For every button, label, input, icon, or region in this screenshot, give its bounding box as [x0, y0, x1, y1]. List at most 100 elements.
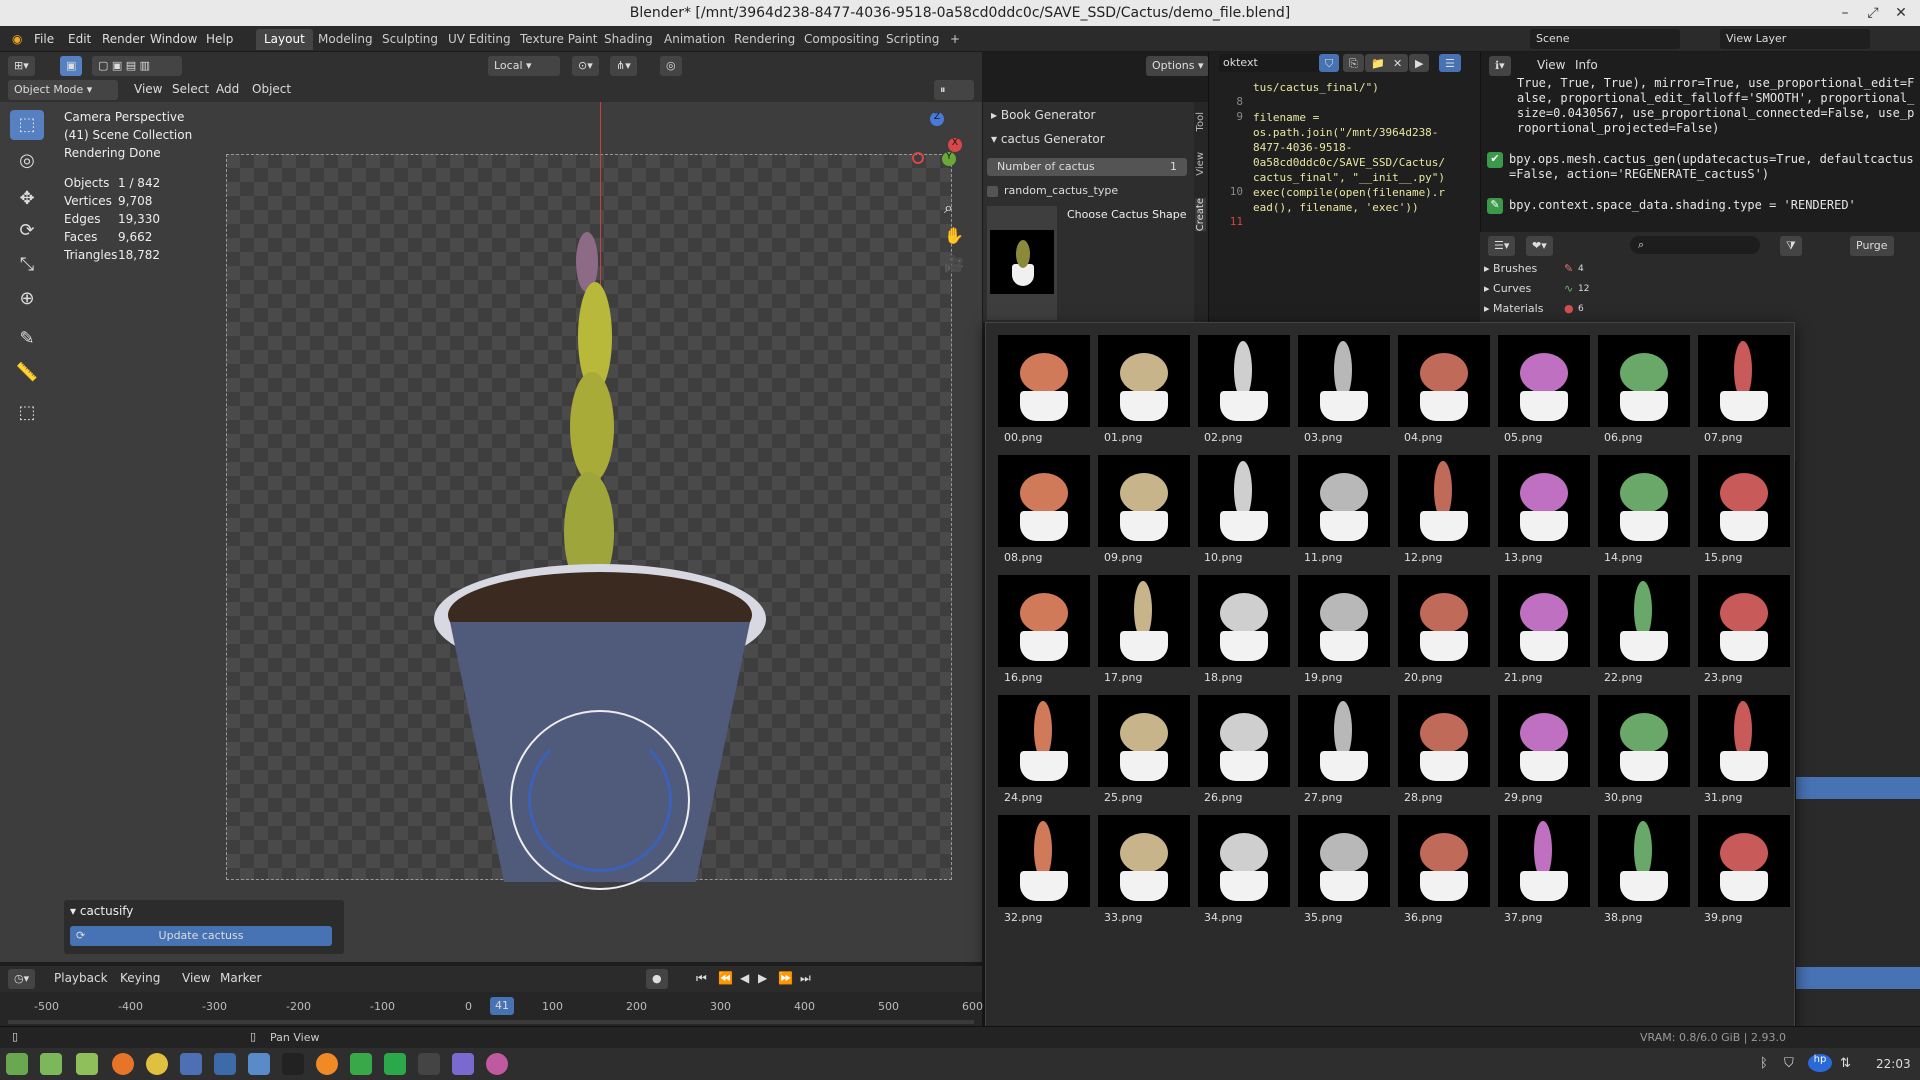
cactus-generator-panel[interactable]: ▾ cactus Generator — [983, 128, 1183, 150]
tab-animation[interactable]: Animation — [656, 29, 733, 50]
gallery-item[interactable]: 26.png — [1190, 687, 1290, 804]
tab-view[interactable]: View — [1195, 152, 1206, 176]
gallery-item[interactable]: 37.png — [1490, 807, 1590, 924]
tab-modeling[interactable]: Modeling — [310, 29, 381, 50]
menu-render[interactable]: Render — [96, 30, 151, 48]
terminal-icon[interactable] — [282, 1053, 304, 1075]
info-menu-info[interactable]: Info — [1569, 56, 1604, 74]
tab-create[interactable]: Create — [1195, 198, 1206, 232]
transform-orientation-select[interactable]: Local ▾ — [488, 56, 560, 76]
folder-icon[interactable] — [76, 1053, 98, 1075]
gallery-item[interactable]: 29.png — [1490, 687, 1590, 804]
gallery-item[interactable]: 04.png — [1390, 327, 1490, 444]
unlink-text-icon[interactable]: ✕ — [1387, 54, 1409, 72]
select-tool-icon[interactable]: ⬚ — [10, 110, 44, 140]
filter-icon[interactable]: ⧩ — [1780, 236, 1802, 256]
gallery-item[interactable]: 08.png — [990, 447, 1090, 564]
files-icon[interactable] — [40, 1053, 62, 1075]
gallery-item[interactable]: 38.png — [1590, 807, 1690, 924]
add-cube-tool-icon[interactable]: ⬚ — [10, 398, 44, 428]
scene-selector[interactable]: Scene — [1530, 29, 1680, 49]
outliner-row-materials[interactable]: ▸ Materials ● 6 — [1484, 300, 1784, 318]
gallery-item[interactable]: 03.png — [1290, 327, 1390, 444]
gallery-item[interactable]: 02.png — [1190, 327, 1290, 444]
pivot-icon[interactable]: ⊙▾ — [572, 56, 599, 76]
selected-property-row[interactable] — [1796, 967, 1920, 989]
menu-edit[interactable]: Edit — [62, 30, 97, 48]
bluetooth-icon[interactable]: ᛒ — [1760, 1056, 1768, 1071]
timeline-scrollbar[interactable] — [8, 1020, 974, 1024]
outliner-editor-type-icon[interactable]: ☰▾ — [1488, 236, 1516, 256]
mode-selector[interactable]: Object Mode ▾ — [8, 80, 118, 100]
menu-help[interactable]: Help — [200, 30, 239, 48]
network-icon[interactable]: ⇅ — [1840, 1056, 1851, 1071]
text-editor[interactable]: oktext ⛉ ⎘ 📁 ✕ ▶ ☰ tus/cactus_final/") 8… — [1208, 52, 1480, 322]
timeline-menu-keying[interactable]: Keying — [114, 969, 166, 987]
chrome-icon[interactable] — [146, 1053, 168, 1075]
snap-icon[interactable]: ⋔▾ — [610, 56, 637, 76]
outliner-search-input[interactable]: ⌕ — [1630, 236, 1760, 254]
annotate-tool-icon[interactable]: ✎ — [10, 324, 44, 354]
select-box-icon[interactable]: ▣ — [60, 56, 83, 76]
timeline-ruler[interactable]: -500 -400 -300 -200 -100 0 100 200 300 4… — [0, 992, 983, 1026]
rotate-gizmo-z[interactable] — [528, 728, 672, 872]
timeline-menu-playback[interactable]: Playback — [48, 969, 114, 987]
gallery-item[interactable]: 28.png — [1390, 687, 1490, 804]
cactusify-header[interactable]: ▾ cactusify — [70, 904, 133, 918]
tab-shading[interactable]: Shading — [596, 29, 661, 50]
text-filename-field[interactable]: oktext — [1219, 54, 1319, 72]
hp-icon[interactable]: hp — [1808, 1054, 1832, 1072]
3d-viewport[interactable]: Z X Y ⌕ ✋ 🎥 ⬚ ◎ ✥ ⟳ ⤡ ⊕ ✎ 📏 ⬚ Camera Per… — [0, 102, 982, 962]
gallery-item[interactable]: 35.png — [1290, 807, 1390, 924]
gallery-item[interactable]: 12.png — [1390, 447, 1490, 564]
tab-tool[interactable]: Tool — [1195, 112, 1206, 131]
update-cactuss-button[interactable]: ⟳ Update cactuss — [70, 926, 332, 946]
cursor-tool-icon[interactable]: ◎ — [10, 146, 44, 176]
pan-hand-icon[interactable]: ✋ — [944, 226, 964, 245]
gallery-item[interactable]: 11.png — [1290, 447, 1390, 564]
maximize-button[interactable]: ⤢ — [1858, 0, 1888, 26]
camera-icon[interactable] — [214, 1053, 236, 1075]
gallery-item[interactable]: 39.png — [1690, 807, 1790, 924]
tab-uv-editing[interactable]: UV Editing — [440, 29, 519, 50]
jump-start-icon[interactable]: ⏮ — [690, 969, 713, 987]
close-window-button[interactable]: ✕ — [1886, 0, 1916, 26]
pycharm-icon[interactable] — [384, 1053, 406, 1075]
notes-icon[interactable] — [452, 1053, 474, 1075]
gallery-item[interactable]: 25.png — [1090, 687, 1190, 804]
number-of-cactus-field[interactable]: Number of cactus 1 — [987, 158, 1187, 176]
run-script-icon[interactable]: ▶ — [1409, 54, 1430, 72]
tab-compositing[interactable]: Compositing — [796, 29, 887, 50]
outliner-row-curves[interactable]: ▸ Curves ∿ 12 — [1484, 280, 1784, 298]
gallery-item[interactable]: 32.png — [990, 807, 1090, 924]
gallery-item[interactable]: 30.png — [1590, 687, 1690, 804]
purge-button[interactable]: Purge — [1850, 236, 1894, 256]
gallery-item[interactable]: 01.png — [1090, 327, 1190, 444]
gallery-item[interactable]: 21.png — [1490, 567, 1590, 684]
info-editor-type-icon[interactable]: ℹ▾ — [1489, 56, 1511, 76]
gallery-item[interactable]: 18.png — [1190, 567, 1290, 684]
gallery-item[interactable]: 10.png — [1190, 447, 1290, 564]
options-dropdown[interactable]: Options ▾ — [1146, 56, 1210, 76]
gallery-item[interactable]: 23.png — [1690, 567, 1790, 684]
transform-tool-icon[interactable]: ⊕ — [10, 284, 44, 314]
current-frame-indicator[interactable]: 41 — [490, 997, 514, 1015]
gallery-item[interactable]: 09.png — [1090, 447, 1190, 564]
gallery-item[interactable]: 22.png — [1590, 567, 1690, 684]
app-icon[interactable] — [486, 1053, 508, 1075]
gallery-item[interactable]: 07.png — [1690, 327, 1790, 444]
record-icon[interactable]: ● — [646, 969, 668, 989]
zoom-app-icon[interactable] — [248, 1053, 270, 1075]
selected-property-row[interactable] — [1796, 777, 1920, 799]
spreadsheet-icon[interactable] — [350, 1053, 372, 1075]
select-mode-icons[interactable]: ▢ ▣ ▤ ▥ — [92, 56, 182, 76]
gallery-item[interactable]: 16.png — [990, 567, 1090, 684]
zoom-icon[interactable]: ⌕ — [944, 198, 953, 218]
viewport-menu-view[interactable]: View — [128, 80, 168, 98]
camera-view-icon[interactable]: 🎥 — [944, 254, 964, 273]
tab-layout[interactable]: Layout — [256, 29, 313, 50]
random-cactus-type-checkbox[interactable]: random_cactus_type — [987, 182, 1187, 200]
gallery-item[interactable]: 13.png — [1490, 447, 1590, 564]
proportional-icon[interactable]: ◎ — [660, 56, 682, 76]
timeline-menu-view[interactable]: View — [176, 969, 216, 987]
